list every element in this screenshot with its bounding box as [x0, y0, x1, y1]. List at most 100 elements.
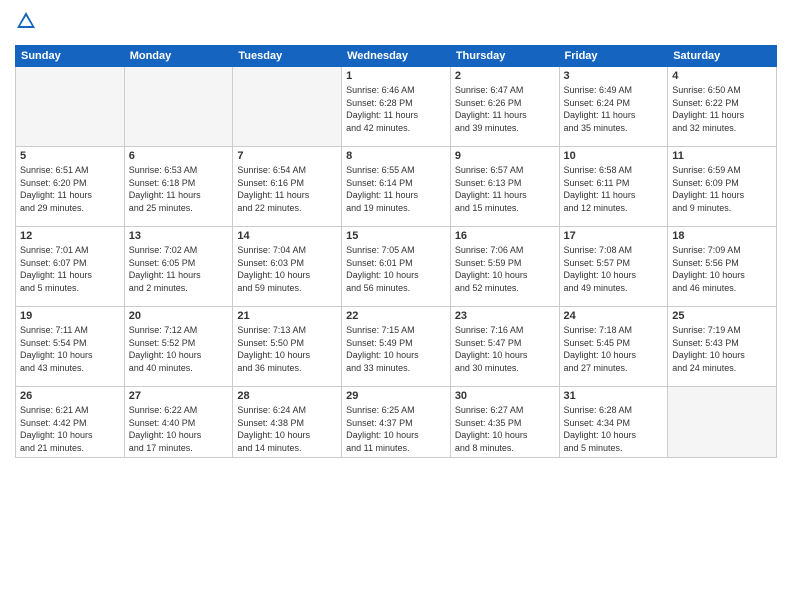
calendar-cell: 22 Sunrise: 7:15 AMSunset: 5:49 PMDayligh… — [342, 307, 451, 387]
day-info: Sunrise: 6:28 AMSunset: 4:34 PMDaylight:… — [564, 404, 664, 454]
calendar-cell: 6Sunrise: 6:53 AMSunset: 6:18 PMDaylight… — [124, 147, 233, 227]
weekday-header-friday: Friday — [559, 46, 668, 67]
calendar-cell: 21 Sunrise: 7:13 AMSunset: 5:50 PMDayligh… — [233, 307, 342, 387]
day-info: Sunrise: 6:47 AMSunset: 6:26 PMDaylight:… — [455, 84, 555, 134]
day-number: 22 — [346, 310, 446, 322]
day-info: Sunrise: 7:18 AMSunset: 5:45 PMDaylight:… — [564, 324, 664, 374]
day-number: 14 — [237, 230, 337, 242]
calendar-cell: 15Sunrise: 7:05 AMSunset: 6:01 PMDayligh… — [342, 227, 451, 307]
day-info: Sunrise: 6:54 AMSunset: 6:16 PMDaylight:… — [237, 164, 337, 214]
day-info: Sunrise: 7:02 AMSunset: 6:05 PMDaylight:… — [129, 244, 229, 294]
calendar-cell — [124, 67, 233, 147]
calendar-cell — [233, 67, 342, 147]
day-number: 24 — [564, 310, 664, 322]
calendar-cell: 24 Sunrise: 7:18 AMSunset: 5:45 PMDayligh… — [559, 307, 668, 387]
calendar-cell: 8 Sunrise: 6:55 AMSunset: 6:14 PMDaylight… — [342, 147, 451, 227]
calendar-week-row: 26 Sunrise: 6:21 AMSunset: 4:42 PMDayligh… — [16, 387, 777, 458]
day-info: Sunrise: 7:11 AMSunset: 5:54 PMDaylight:… — [20, 324, 120, 374]
day-info: Sunrise: 6:53 AMSunset: 6:18 PMDaylight:… — [129, 164, 229, 214]
day-number: 23 — [455, 310, 555, 322]
day-number: 20 — [129, 310, 229, 322]
calendar-cell: 2 Sunrise: 6:47 AMSunset: 6:26 PMDaylight… — [450, 67, 559, 147]
day-info: Sunrise: 6:22 AMSunset: 4:40 PMDaylight:… — [129, 404, 229, 454]
weekday-header-tuesday: Tuesday — [233, 46, 342, 67]
day-info: Sunrise: 6:51 AMSunset: 6:20 PMDaylight:… — [20, 164, 120, 214]
day-number: 31 — [564, 390, 664, 402]
day-info: Sunrise: 7:12 AMSunset: 5:52 PMDaylight:… — [129, 324, 229, 374]
calendar-cell: 26 Sunrise: 6:21 AMSunset: 4:42 PMDayligh… — [16, 387, 125, 458]
day-info: Sunrise: 6:57 AMSunset: 6:13 PMDaylight:… — [455, 164, 555, 214]
day-info: Sunrise: 6:49 AMSunset: 6:24 PMDaylight:… — [564, 84, 664, 134]
calendar-cell: 17 Sunrise: 7:08 AMSunset: 5:57 PMDayligh… — [559, 227, 668, 307]
day-info: Sunrise: 6:25 AMSunset: 4:37 PMDaylight:… — [346, 404, 446, 454]
day-number: 28 — [237, 390, 337, 402]
day-number: 25 — [672, 310, 772, 322]
day-info: Sunrise: 7:06 AMSunset: 5:59 PMDaylight:… — [455, 244, 555, 294]
day-number: 11 — [672, 150, 772, 162]
day-number: 19 — [20, 310, 120, 322]
day-number: 21 — [237, 310, 337, 322]
day-number: 10 — [564, 150, 664, 162]
calendar-cell: 20 Sunrise: 7:12 AMSunset: 5:52 PMDayligh… — [124, 307, 233, 387]
day-number: 9 — [455, 150, 555, 162]
calendar-cell — [668, 387, 777, 458]
calendar-week-row: 1 Sunrise: 6:46 AMSunset: 6:28 PMDaylight… — [16, 67, 777, 147]
day-info: Sunrise: 7:04 AMSunset: 6:03 PMDaylight:… — [237, 244, 337, 294]
calendar-cell — [16, 67, 125, 147]
weekday-header-thursday: Thursday — [450, 46, 559, 67]
day-number: 8 — [346, 150, 446, 162]
calendar-cell: 16 Sunrise: 7:06 AMSunset: 5:59 PMDayligh… — [450, 227, 559, 307]
day-number: 30 — [455, 390, 555, 402]
calendar-week-row: 19 Sunrise: 7:11 AMSunset: 5:54 PMDayligh… — [16, 307, 777, 387]
calendar-cell: 30 Sunrise: 6:27 AMSunset: 4:35 PMDayligh… — [450, 387, 559, 458]
calendar-cell: 18 Sunrise: 7:09 AMSunset: 5:56 PMDayligh… — [668, 227, 777, 307]
day-number: 4 — [672, 70, 772, 82]
calendar-cell: 28 Sunrise: 6:24 AMSunset: 4:38 PMDayligh… — [233, 387, 342, 458]
day-number: 26 — [20, 390, 120, 402]
calendar-cell: 14 Sunrise: 7:04 AMSunset: 6:03 PMDayligh… — [233, 227, 342, 307]
day-number: 7 — [237, 150, 337, 162]
day-info: Sunrise: 6:27 AMSunset: 4:35 PMDaylight:… — [455, 404, 555, 454]
calendar-cell: 11 Sunrise: 6:59 AMSunset: 6:09 PMDayligh… — [668, 147, 777, 227]
day-info: Sunrise: 6:24 AMSunset: 4:38 PMDaylight:… — [237, 404, 337, 454]
day-info: Sunrise: 6:59 AMSunset: 6:09 PMDaylight:… — [672, 164, 772, 214]
calendar-cell: 31 Sunrise: 6:28 AMSunset: 4:34 PMDayligh… — [559, 387, 668, 458]
weekday-header-saturday: Saturday — [668, 46, 777, 67]
day-number: 16 — [455, 230, 555, 242]
calendar-cell: 12 Sunrise: 7:01 AMSunset: 6:07 PMDayligh… — [16, 227, 125, 307]
calendar-cell: 1 Sunrise: 6:46 AMSunset: 6:28 PMDaylight… — [342, 67, 451, 147]
day-info: Sunrise: 7:08 AMSunset: 5:57 PMDaylight:… — [564, 244, 664, 294]
day-info: Sunrise: 7:13 AMSunset: 5:50 PMDaylight:… — [237, 324, 337, 374]
day-info: Sunrise: 6:55 AMSunset: 6:14 PMDaylight:… — [346, 164, 446, 214]
calendar-week-row: 12 Sunrise: 7:01 AMSunset: 6:07 PMDayligh… — [16, 227, 777, 307]
day-info: Sunrise: 6:46 AMSunset: 6:28 PMDaylight:… — [346, 84, 446, 134]
day-info: Sunrise: 6:21 AMSunset: 4:42 PMDaylight:… — [20, 404, 120, 454]
day-number: 27 — [129, 390, 229, 402]
calendar-cell: 9 Sunrise: 6:57 AMSunset: 6:13 PMDaylight… — [450, 147, 559, 227]
day-number: 3 — [564, 70, 664, 82]
calendar-cell: 5 Sunrise: 6:51 AMSunset: 6:20 PMDaylight… — [16, 147, 125, 227]
day-info: Sunrise: 7:16 AMSunset: 5:47 PMDaylight:… — [455, 324, 555, 374]
day-info: Sunrise: 7:01 AMSunset: 6:07 PMDaylight:… — [20, 244, 120, 294]
calendar-cell: 23 Sunrise: 7:16 AMSunset: 5:47 PMDayligh… — [450, 307, 559, 387]
page: SundayMondayTuesdayWednesdayThursdayFrid… — [0, 0, 792, 612]
calendar-cell: 3 Sunrise: 6:49 AMSunset: 6:24 PMDaylight… — [559, 67, 668, 147]
day-info: Sunrise: 7:15 AMSunset: 5:49 PMDaylight:… — [346, 324, 446, 374]
day-number: 2 — [455, 70, 555, 82]
day-number: 13 — [129, 230, 229, 242]
calendar-cell: 29Sunrise: 6:25 AMSunset: 4:37 PMDayligh… — [342, 387, 451, 458]
day-number: 5 — [20, 150, 120, 162]
day-info: Sunrise: 6:50 AMSunset: 6:22 PMDaylight:… — [672, 84, 772, 134]
day-number: 17 — [564, 230, 664, 242]
day-info: Sunrise: 7:19 AMSunset: 5:43 PMDaylight:… — [672, 324, 772, 374]
day-number: 18 — [672, 230, 772, 242]
weekday-header-monday: Monday — [124, 46, 233, 67]
header — [15, 10, 777, 37]
calendar-cell: 19 Sunrise: 7:11 AMSunset: 5:54 PMDayligh… — [16, 307, 125, 387]
day-info: Sunrise: 7:05 AMSunset: 6:01 PMDaylight:… — [346, 244, 446, 294]
day-number: 12 — [20, 230, 120, 242]
day-info: Sunrise: 7:09 AMSunset: 5:56 PMDaylight:… — [672, 244, 772, 294]
calendar-week-row: 5 Sunrise: 6:51 AMSunset: 6:20 PMDaylight… — [16, 147, 777, 227]
day-number: 1 — [346, 70, 446, 82]
calendar-cell: 4 Sunrise: 6:50 AMSunset: 6:22 PMDaylight… — [668, 67, 777, 147]
